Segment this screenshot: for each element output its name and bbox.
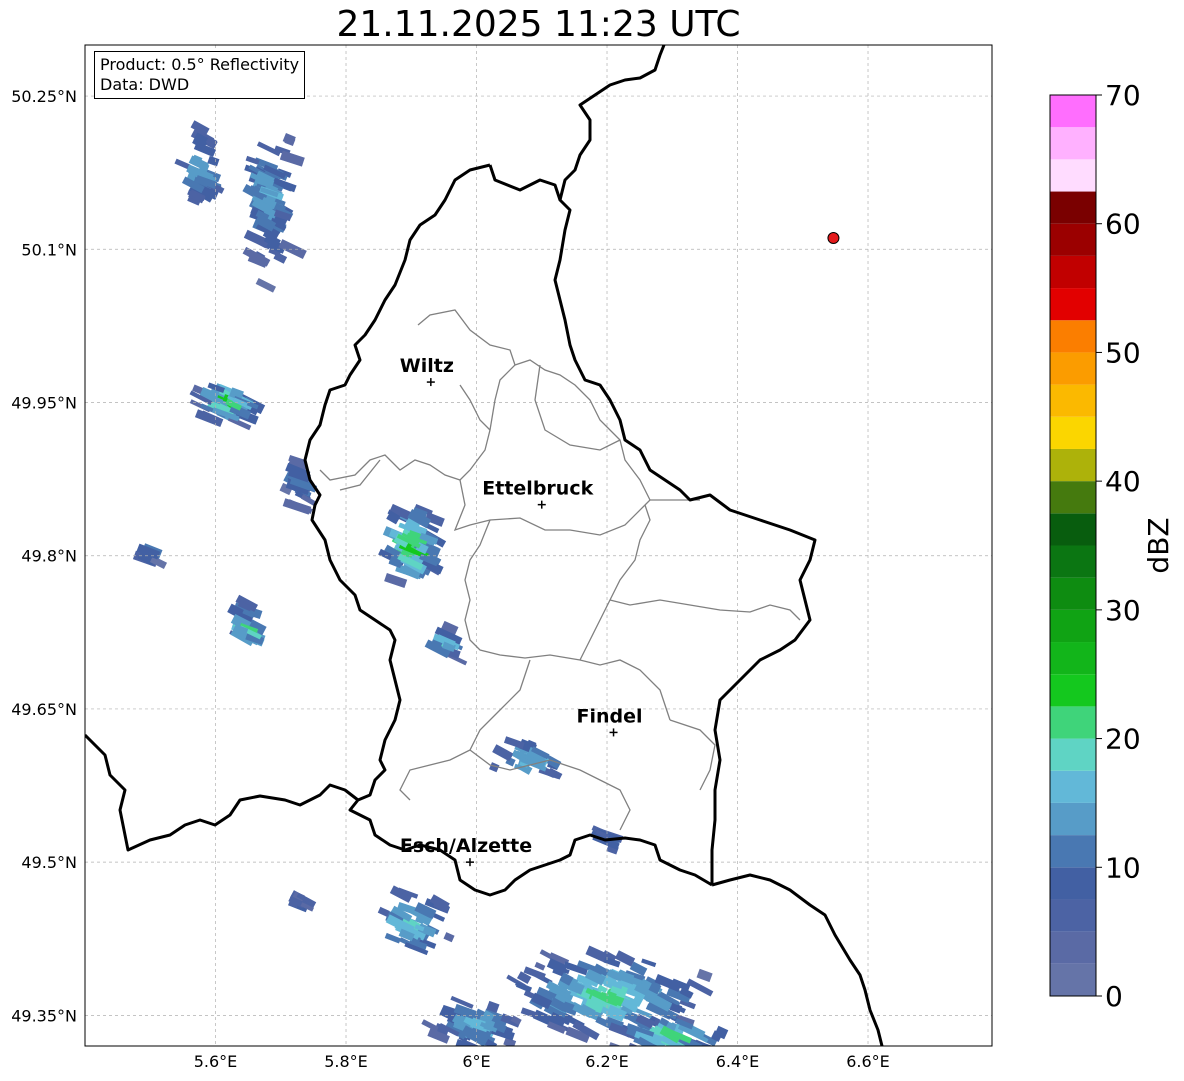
lat-tick-label-4: 49.65°N bbox=[11, 700, 77, 719]
echo-cell bbox=[384, 572, 408, 588]
lon-tick-label-4: 6.4°E bbox=[716, 1052, 760, 1071]
graticule bbox=[85, 45, 992, 1046]
lon-tick-label-2: 6°E bbox=[462, 1052, 490, 1071]
colorbar-segment bbox=[1050, 320, 1096, 353]
colorbar-segment bbox=[1050, 835, 1096, 868]
lon-tick-label-0: 5.6°E bbox=[194, 1052, 238, 1071]
data-source-label: Data: DWD bbox=[100, 75, 190, 94]
lon-tick-label-5: 6.6°E bbox=[846, 1052, 890, 1071]
echo-cell bbox=[520, 1007, 539, 1019]
colorbar-segment bbox=[1050, 448, 1096, 482]
colorbar-segment bbox=[1050, 577, 1096, 610]
colorbar-segment bbox=[1050, 384, 1096, 417]
lat-tick-label-5: 49.5°N bbox=[21, 853, 77, 872]
colorbar-segment bbox=[1050, 95, 1096, 128]
colorbar-tick-label-2: 20 bbox=[1105, 723, 1141, 756]
lon-tick-label-1: 5.8°E bbox=[324, 1052, 368, 1071]
colorbar-segment bbox=[1050, 159, 1096, 192]
echo-cell bbox=[245, 155, 260, 165]
colorbar-segment bbox=[1050, 545, 1096, 578]
colorbar-segment bbox=[1050, 223, 1096, 256]
city-label: Findel bbox=[577, 705, 643, 727]
colorbar-segment bbox=[1050, 481, 1096, 514]
product-label: Product: 0.5° Reflectivity bbox=[100, 55, 300, 74]
colorbar-segment bbox=[1050, 191, 1096, 224]
radar-site-marker bbox=[827, 232, 840, 245]
echo-cell bbox=[443, 932, 455, 943]
colorbar-tick-label-6: 60 bbox=[1105, 208, 1141, 241]
lat-tick-label-0: 50.25°N bbox=[11, 87, 77, 106]
echo-cell bbox=[641, 958, 657, 968]
lat-tick-label-3: 49.8°N bbox=[21, 547, 77, 566]
colorbar-segment bbox=[1050, 802, 1096, 836]
colorbar-segment bbox=[1050, 674, 1096, 707]
colorbar-segment bbox=[1050, 963, 1096, 996]
colorbar-tick-label-7: 70 bbox=[1105, 79, 1141, 112]
colorbar-segment bbox=[1050, 127, 1096, 160]
colorbar-segment bbox=[1050, 867, 1096, 900]
colorbar-segment bbox=[1050, 770, 1096, 803]
colorbar-segment bbox=[1050, 255, 1096, 289]
lat-tick-label-6: 49.35°N bbox=[11, 1006, 77, 1025]
colorbar-tick-label-5: 50 bbox=[1105, 336, 1141, 369]
colorbar-tick-label-3: 30 bbox=[1105, 594, 1141, 627]
echo-cell bbox=[696, 968, 713, 983]
city-0: Wiltz bbox=[400, 355, 454, 387]
lat-tick-label-2: 49.95°N bbox=[11, 394, 77, 413]
colorbar-segment bbox=[1050, 609, 1096, 643]
colorbar-tick-label-0: 0 bbox=[1105, 980, 1123, 1013]
city-1: Ettelbruck bbox=[482, 478, 594, 509]
colorbar-segment bbox=[1050, 352, 1096, 385]
echo-cell bbox=[454, 1038, 471, 1046]
axis-ticks: 5.6°E 5.8°E 6°E 6.2°E 6.4°E 6.6°E 50.25°N 50.1°… bbox=[11, 87, 890, 1071]
city-3: Esch/Alzette bbox=[400, 835, 532, 867]
map-frame bbox=[84, 44, 993, 1047]
canton-boundaries bbox=[319, 309, 801, 831]
echo-cell bbox=[207, 155, 220, 167]
colorbar-segment bbox=[1050, 738, 1096, 771]
city-label: Esch/Alzette bbox=[400, 835, 532, 857]
echo-cell bbox=[627, 1042, 643, 1046]
colorbar: 0 10 20 30 40 50 60 70 dBZ bbox=[1049, 79, 1175, 1013]
reflectivity-echoes bbox=[132, 120, 729, 1046]
colorbar-segment bbox=[1050, 931, 1096, 964]
city-markers: Wiltz Ettelbruck Findel Esch/Alzette bbox=[400, 355, 643, 867]
colorbar-segment bbox=[1050, 288, 1096, 321]
colorbar-segment bbox=[1050, 513, 1096, 546]
lat-tick-label-1: 50.1°N bbox=[21, 240, 77, 259]
city-label: Wiltz bbox=[400, 355, 454, 377]
echo-cell bbox=[534, 961, 546, 971]
colorbar-segment bbox=[1050, 899, 1096, 932]
echo-cell bbox=[255, 278, 277, 293]
map-title: 21.11.2025 11:23 UTC bbox=[336, 4, 741, 45]
echo-cell bbox=[503, 736, 525, 750]
city-2: Findel bbox=[577, 705, 643, 737]
colorbar-segment bbox=[1050, 706, 1096, 739]
echo-cell bbox=[492, 744, 514, 762]
colorbar-tick-label-1: 10 bbox=[1105, 851, 1141, 884]
city-label: Ettelbruck bbox=[482, 478, 593, 500]
lon-tick-label-3: 6.2°E bbox=[585, 1052, 629, 1071]
colorbar-label: dBZ bbox=[1142, 517, 1175, 573]
colorbar-segment bbox=[1050, 642, 1096, 675]
colorbar-segment bbox=[1050, 416, 1096, 449]
colorbar-tick-label-4: 40 bbox=[1105, 465, 1141, 498]
echo-cell bbox=[279, 150, 305, 167]
product-info-box: Product: 0.5° Reflectivity Data: DWD bbox=[94, 51, 306, 99]
radar-map: WiltzEttelbruckFindelEsch/Alzette 5.6°E 5… bbox=[11, 44, 1175, 1071]
echo-cell bbox=[384, 932, 401, 944]
